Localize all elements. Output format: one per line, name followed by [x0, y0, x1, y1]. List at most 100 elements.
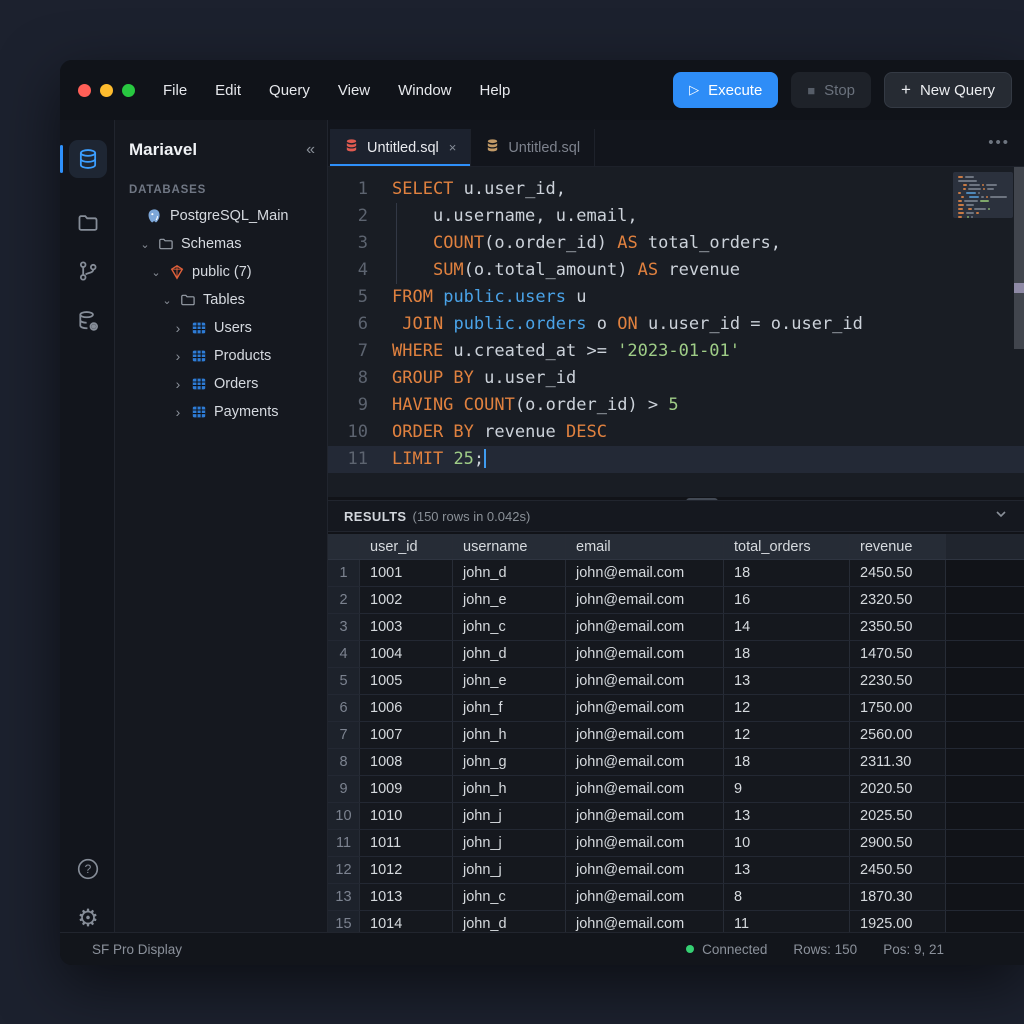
sql-editor[interactable]: 1SELECT u.user_id,2 u.username, u.email,…	[328, 167, 1024, 497]
row-number[interactable]: 11	[328, 830, 360, 856]
cell[interactable]: 1003	[360, 614, 453, 640]
cell[interactable]: 2450.50	[850, 560, 946, 586]
code-line-3[interactable]: 3 COUNT(o.order_id) AS total_orders,	[328, 230, 1024, 257]
sidebar-item-products[interactable]: ›Products	[115, 342, 327, 370]
chevron-right-icon[interactable]: ›	[173, 320, 183, 336]
nav-databases-icon[interactable]	[69, 140, 107, 178]
cell[interactable]: 1014	[360, 911, 453, 932]
table-row[interactable]: 61006john_fjohn@email.com121750.00	[328, 695, 1024, 722]
row-number[interactable]: 15	[328, 911, 360, 932]
table-row[interactable]: 81008john_gjohn@email.com182311.30	[328, 749, 1024, 776]
cell[interactable]: 2025.50	[850, 803, 946, 829]
row-number[interactable]: 5	[328, 668, 360, 694]
chevron-down-icon[interactable]: ⌄	[140, 238, 150, 251]
code-line-7[interactable]: 7WHERE u.created_at >= '2023-01-01'	[328, 338, 1024, 365]
sidebar-item-users[interactable]: ›Users	[115, 314, 327, 342]
new-query-button[interactable]: + New Query	[884, 72, 1012, 108]
nav-files-icon[interactable]	[69, 204, 107, 242]
cell[interactable]: john@email.com	[566, 857, 724, 883]
cell[interactable]: 13	[724, 803, 850, 829]
sidebar-item-tables[interactable]: ⌄Tables	[115, 286, 327, 314]
menu-item-window[interactable]: Window	[398, 82, 451, 99]
cell[interactable]: 1925.00	[850, 911, 946, 932]
tab-2[interactable]: Untitled.sql	[471, 129, 595, 166]
code-line-5[interactable]: 5FROM public.users u	[328, 284, 1024, 311]
table-row[interactable]: 31003john_cjohn@email.com142350.50	[328, 614, 1024, 641]
menu-item-file[interactable]: File	[163, 82, 187, 99]
cell[interactable]: john_c	[453, 884, 566, 910]
cell[interactable]: 1013	[360, 884, 453, 910]
scrollbar-thumb[interactable]	[1014, 283, 1024, 293]
close-tab-icon[interactable]: ×	[449, 140, 457, 155]
cell[interactable]: john_d	[453, 911, 566, 932]
minimap[interactable]	[953, 172, 1013, 218]
nav-export-icon[interactable]	[69, 302, 107, 340]
cell[interactable]: 1007	[360, 722, 453, 748]
table-row[interactable]: 51005john_ejohn@email.com132230.50	[328, 668, 1024, 695]
cell[interactable]: 13	[724, 857, 850, 883]
cell[interactable]: 1011	[360, 830, 453, 856]
cell[interactable]: 1002	[360, 587, 453, 613]
code-line-6[interactable]: 6 JOIN public.orders o ON u.user_id = o.…	[328, 311, 1024, 338]
row-number[interactable]: 8	[328, 749, 360, 775]
cell[interactable]: john@email.com	[566, 776, 724, 802]
minimize-window-icon[interactable]	[100, 84, 113, 97]
cell[interactable]: 2320.50	[850, 587, 946, 613]
cell[interactable]: john@email.com	[566, 803, 724, 829]
stop-button[interactable]: ■ Stop	[791, 72, 871, 108]
sidebar-item-schemas[interactable]: ⌄Schemas	[115, 230, 327, 258]
table-row[interactable]: 91009john_hjohn@email.com92020.50	[328, 776, 1024, 803]
chevron-down-icon[interactable]	[994, 507, 1008, 526]
cell[interactable]: john_h	[453, 722, 566, 748]
cell[interactable]: john@email.com	[566, 641, 724, 667]
collapse-sidebar-icon[interactable]: «	[306, 141, 313, 159]
zoom-window-icon[interactable]	[122, 84, 135, 97]
cell[interactable]: john_d	[453, 560, 566, 586]
cell[interactable]: john@email.com	[566, 749, 724, 775]
cell[interactable]: john@email.com	[566, 911, 724, 932]
code-line-2[interactable]: 2 u.username, u.email,	[328, 203, 1024, 230]
cell[interactable]: 14	[724, 614, 850, 640]
sidebar-item-orders[interactable]: ›Orders	[115, 370, 327, 398]
tab-1[interactable]: Untitled.sql×	[330, 129, 471, 166]
code-line-11[interactable]: 11LIMIT 25;	[328, 446, 1024, 473]
row-number[interactable]: 2	[328, 587, 360, 613]
cell[interactable]: john_f	[453, 695, 566, 721]
row-number[interactable]: 10	[328, 803, 360, 829]
cell[interactable]: 1470.50	[850, 641, 946, 667]
menu-item-query[interactable]: Query	[269, 82, 310, 99]
table-row[interactable]: 151014john_djohn@email.com111925.00	[328, 911, 1024, 932]
table-row[interactable]: 121012john_jjohn@email.com132450.50	[328, 857, 1024, 884]
sidebar-item-public-7-[interactable]: ⌄public (7)	[115, 258, 327, 286]
row-number[interactable]: 13	[328, 884, 360, 910]
cell[interactable]: john_g	[453, 749, 566, 775]
cell[interactable]: 2020.50	[850, 776, 946, 802]
cell[interactable]: john_h	[453, 776, 566, 802]
cell[interactable]: 2450.50	[850, 857, 946, 883]
nav-branch-icon[interactable]	[69, 252, 107, 290]
tab-overflow-icon[interactable]: •••	[988, 134, 1010, 151]
row-number[interactable]: 3	[328, 614, 360, 640]
cell[interactable]: john_d	[453, 641, 566, 667]
cell[interactable]: john_j	[453, 857, 566, 883]
table-row[interactable]: 131013john_cjohn@email.com81870.30	[328, 884, 1024, 911]
cell[interactable]: john_e	[453, 668, 566, 694]
cell[interactable]: 1004	[360, 641, 453, 667]
cell[interactable]: john_j	[453, 803, 566, 829]
table-row[interactable]: 11001john_djohn@email.com182450.50	[328, 560, 1024, 587]
cell[interactable]: 18	[724, 560, 850, 586]
results-header[interactable]: RESULTS (150 rows in 0.042s)	[328, 500, 1024, 532]
row-number[interactable]: 1	[328, 560, 360, 586]
cell[interactable]: 1008	[360, 749, 453, 775]
table-row[interactable]: 41004john_djohn@email.com181470.50	[328, 641, 1024, 668]
cell[interactable]: john@email.com	[566, 830, 724, 856]
table-row[interactable]: 111011john_jjohn@email.com102900.50	[328, 830, 1024, 857]
cell[interactable]: 18	[724, 641, 850, 667]
cell[interactable]: 12	[724, 695, 850, 721]
chevron-down-icon[interactable]: ⌄	[151, 266, 161, 279]
menu-item-view[interactable]: View	[338, 82, 370, 99]
cell[interactable]: john@email.com	[566, 614, 724, 640]
cell[interactable]: john_c	[453, 614, 566, 640]
cell[interactable]: john@email.com	[566, 668, 724, 694]
code-line-9[interactable]: 9HAVING COUNT(o.order_id) > 5	[328, 392, 1024, 419]
